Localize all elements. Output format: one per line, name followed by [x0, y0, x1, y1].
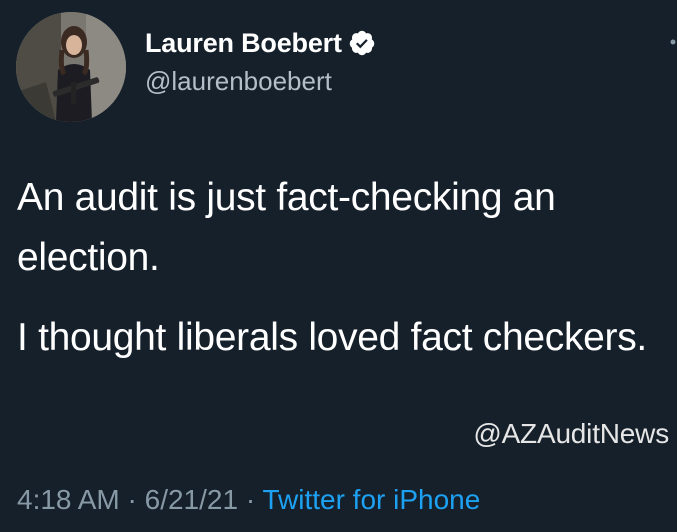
author-block: Lauren Boebert @laurenboebert — [145, 26, 376, 97]
separator: · — [119, 484, 145, 515]
tweet-time[interactable]: 4:18 AM — [17, 484, 120, 515]
tweet-meta: 4:18 AM · 6/21/21 · Twitter for iPhone — [17, 484, 480, 516]
more-options-icon[interactable] — [669, 38, 677, 46]
profile-photo — [16, 12, 126, 122]
tweet-source-link[interactable]: Twitter for iPhone — [262, 484, 480, 515]
tweet-date[interactable]: 6/21/21 — [145, 484, 238, 515]
tweet-text: An audit is just fact-checking an electi… — [17, 168, 667, 368]
handle[interactable]: @laurenboebert — [145, 66, 376, 97]
display-name[interactable]: Lauren Boebert — [145, 28, 342, 59]
name-row: Lauren Boebert — [145, 26, 376, 60]
verified-badge-icon — [349, 30, 374, 56]
tweet-paragraph: I thought liberals loved fact checkers. — [17, 316, 647, 359]
tweet-paragraph: An audit is just fact-checking an electi… — [17, 176, 556, 279]
separator: · — [238, 484, 263, 515]
tweet-card: Lauren Boebert @laurenboebert An audit i… — [0, 0, 677, 532]
watermark: @AZAuditNews — [473, 418, 669, 449]
avatar[interactable] — [16, 12, 126, 122]
